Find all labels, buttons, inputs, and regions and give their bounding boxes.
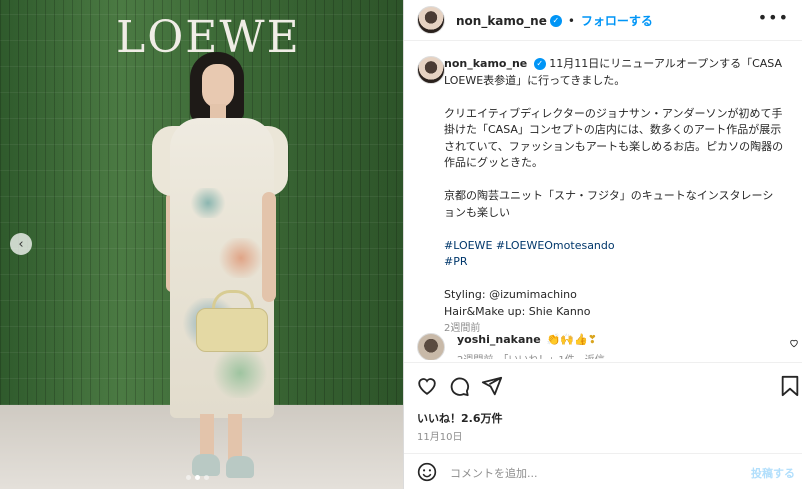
- slide-dot-active: [195, 475, 200, 480]
- share-send-icon[interactable]: [481, 375, 503, 401]
- caption-username[interactable]: non_kamo_ne: [444, 57, 527, 70]
- separator-dot: •: [567, 13, 575, 28]
- previous-slide-button[interactable]: ‹: [10, 233, 32, 255]
- slide-indicator: [186, 475, 209, 480]
- post-header: non_kamo_ne ✓ • フォローする •••: [404, 0, 802, 41]
- emoji-smiley-icon[interactable]: [417, 462, 437, 486]
- post-actions: いいね！2.6万件 11月10日 投稿する: [404, 362, 802, 490]
- caption-text: non_kamo_ne ✓ 11月11日にリニューアルオープンする「CASA L…: [444, 56, 784, 338]
- comment-meta: 2週間前 「いいね！」1件 返信: [457, 351, 605, 359]
- model-figure: [150, 52, 290, 482]
- commenter-username[interactable]: yoshi_nakane: [457, 333, 541, 346]
- comment-bubble-icon[interactable]: [448, 375, 470, 401]
- chevron-left-icon: ‹: [18, 236, 24, 252]
- post-side-panel: non_kamo_ne ✓ • フォローする ••• non_kamo_ne ✓…: [403, 0, 802, 489]
- post-photo: LOEWE ‹: [0, 0, 403, 489]
- verified-badge-icon: ✓: [533, 58, 546, 70]
- slide-dot: [204, 475, 209, 480]
- caption-scroll-area[interactable]: non_kamo_ne ✓ 11月11日にリニューアルオープンする「CASA L…: [404, 48, 802, 360]
- comment-bar: 投稿する: [404, 453, 802, 491]
- comment-like-heart-icon[interactable]: [789, 338, 799, 351]
- author-username[interactable]: non_kamo_ne: [456, 14, 547, 28]
- comment-input[interactable]: [448, 462, 732, 484]
- commenter-avatar[interactable]: [417, 333, 445, 360]
- caption-paragraph-3: 京都の陶芸ユニット「スナ・フジタ」のキュートなインスタレーションも楽しい: [444, 189, 774, 219]
- slide-dot: [186, 475, 191, 480]
- caption-author-avatar[interactable]: [417, 56, 445, 84]
- hashtags-line-1[interactable]: #LOEWE #LOEWEOmotesando: [444, 239, 615, 252]
- credit-hair: Hair&Make up: Shie Kanno: [444, 304, 591, 318]
- likes-count[interactable]: いいね！2.6万件: [417, 410, 503, 426]
- save-bookmark-icon[interactable]: [780, 375, 800, 401]
- author-avatar[interactable]: [417, 6, 445, 34]
- comment-text: 👏🙌👍❣: [546, 333, 597, 346]
- verified-badge-icon: ✓: [549, 14, 562, 27]
- post-comment-button[interactable]: 投稿する: [751, 465, 795, 481]
- hashtags-line-2[interactable]: #PR: [444, 255, 468, 268]
- more-options-icon[interactable]: •••: [758, 8, 789, 27]
- handbag: [196, 308, 268, 352]
- credit-styling: Styling: @izumimachino: [444, 288, 577, 301]
- caption-paragraph-2: クリエイティブディレクターのジョナサン・アンダーソンが初めて手掛けた「CASA」…: [444, 106, 784, 170]
- post-date: 11月10日: [417, 432, 463, 443]
- follow-button[interactable]: フォローする: [581, 12, 653, 29]
- like-heart-icon[interactable]: [416, 375, 438, 401]
